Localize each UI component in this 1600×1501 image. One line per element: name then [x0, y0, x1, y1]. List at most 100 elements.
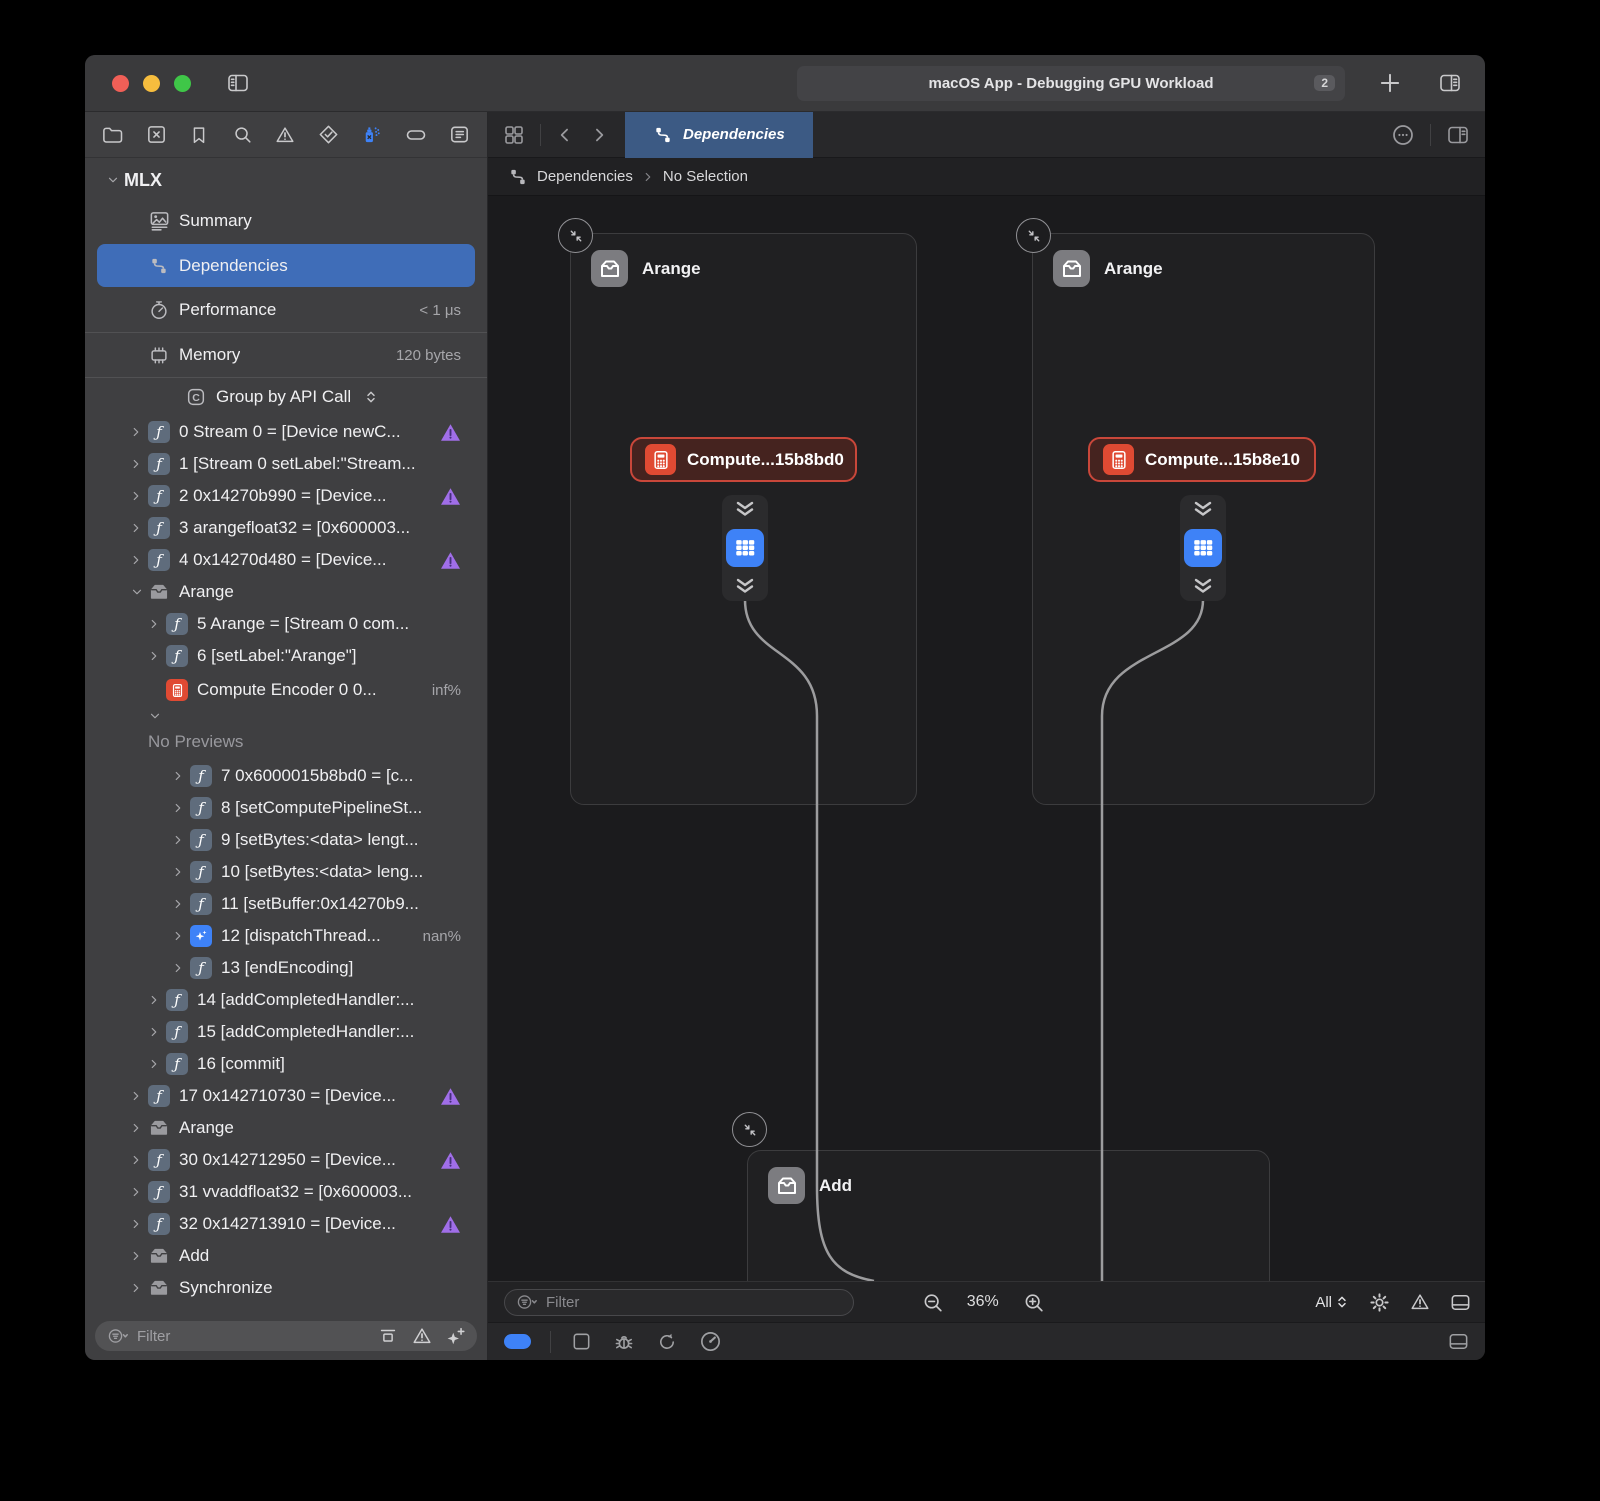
- refresh-icon[interactable]: [655, 1330, 679, 1354]
- bottom-panel-icon[interactable]: [1448, 1291, 1473, 1314]
- chevron-right-icon[interactable]: [130, 521, 148, 535]
- chevron-right-icon[interactable]: [130, 1249, 148, 1263]
- tree-row-9-setbytes-data-lengt[interactable]: ƒ9 [setBytes:<data> lengt...: [85, 824, 487, 856]
- collapse-group-button[interactable]: [558, 218, 593, 253]
- filter-menu-icon[interactable]: [514, 1292, 540, 1312]
- buffer-stack-2[interactable]: [1180, 495, 1226, 601]
- tree-row-0-stream-0-device-newc[interactable]: ƒ0 Stream 0 = [Device newC...: [85, 416, 487, 448]
- tree-row-31-vvaddfloat32-0x600003[interactable]: ƒ31 vvaddfloat32 = [0x600003...: [85, 1176, 487, 1208]
- chevron-right-icon[interactable]: [172, 801, 190, 815]
- warning-outline-icon[interactable]: [411, 1325, 433, 1347]
- tree-row-13-endencoding[interactable]: ƒ13 [endEncoding]: [85, 952, 487, 984]
- tree-row-11-setbuffer-0x14270b9[interactable]: ƒ11 [setBuffer:0x14270b9...: [85, 888, 487, 920]
- flatten-icon[interactable]: [377, 1325, 399, 1347]
- updown-chevron-icon[interactable]: [363, 389, 379, 405]
- chevron-right-icon[interactable]: [148, 1057, 166, 1071]
- collapse-group-button[interactable]: [1016, 218, 1051, 253]
- chevron-down-icon[interactable]: [148, 710, 166, 722]
- chevron-right-icon[interactable]: [130, 1185, 148, 1199]
- chevron-down-icon[interactable]: [130, 586, 148, 598]
- tree-row-5-arange-stream-0-com[interactable]: ƒ5 Arange = [Stream 0 com...: [85, 608, 487, 640]
- warning-icon[interactable]: [1409, 1291, 1431, 1313]
- table-grid-icon[interactable]: [726, 529, 764, 567]
- dependency-graph-canvas[interactable]: Arange Arange Add: [488, 196, 1485, 1281]
- compute-encoder-node-1[interactable]: Compute...15b8bd0: [630, 437, 857, 482]
- tree-row-add[interactable]: Add: [85, 1240, 487, 1272]
- chevron-down-icon[interactable]: [106, 174, 124, 186]
- buffer-stack-1[interactable]: [722, 495, 768, 601]
- tree-row-1-stream-0-setlabel-stream[interactable]: ƒ1 [Stream 0 setLabel:"Stream...: [85, 448, 487, 480]
- zoom-window-button[interactable]: [174, 75, 191, 92]
- tree-row-7-0x6000015b8bd0-c[interactable]: ƒ7 0x6000015b8bd0 = [c...: [85, 760, 487, 792]
- tree-row-6-setlabel-arange[interactable]: ƒ6 [setLabel:"Arange"]: [85, 640, 487, 672]
- tree-row-8-setcomputepipelinest[interactable]: ƒ8 [setComputePipelineSt...: [85, 792, 487, 824]
- tree-row-synchronize[interactable]: Synchronize: [85, 1272, 487, 1304]
- tree-row-32-0x142713910-device[interactable]: ƒ32 0x142713910 = [Device...: [85, 1208, 487, 1240]
- tree-row-3-arangefloat32-0x600003[interactable]: ƒ3 arangefloat32 = [0x600003...: [85, 512, 487, 544]
- list-box-icon[interactable]: [448, 123, 471, 146]
- breadcrumb-section[interactable]: Dependencies: [537, 168, 633, 185]
- table-grid-icon[interactable]: [1184, 529, 1222, 567]
- chevron-right-icon[interactable]: [172, 897, 190, 911]
- close-window-button[interactable]: [112, 75, 129, 92]
- bookmark-icon[interactable]: [188, 124, 210, 146]
- tree-row-14-addcompletedhandler[interactable]: ƒ14 [addCompletedHandler:...: [85, 984, 487, 1016]
- sparkle-plus-icon[interactable]: [445, 1325, 467, 1347]
- chevron-right-icon[interactable]: [130, 1217, 148, 1231]
- tree-row-12-dispatchthread[interactable]: 12 [dispatchThread...nan%: [85, 920, 487, 952]
- chevron-right-icon[interactable]: [130, 553, 148, 567]
- chevron-right-icon[interactable]: [172, 833, 190, 847]
- tree-row-dependencies[interactable]: Dependencies: [97, 244, 475, 287]
- add-editor-button[interactable]: [1445, 123, 1471, 147]
- folder-icon[interactable]: [101, 123, 124, 146]
- tree-row-17-0x142710730-device[interactable]: ƒ17 0x142710730 = [Device...: [85, 1080, 487, 1112]
- chevron-right-icon[interactable]: [130, 1121, 148, 1135]
- tree-row-group-by-api-call[interactable]: CGroup by API Call: [85, 378, 487, 416]
- bottom-panel-icon[interactable]: [1446, 1330, 1471, 1353]
- chevron-right-icon[interactable]: [148, 617, 166, 631]
- tree-row-30-0x142712950-device[interactable]: ƒ30 0x142712950 = [Device...: [85, 1144, 487, 1176]
- diamond-check-icon[interactable]: [317, 123, 340, 146]
- more-options-button[interactable]: [1390, 122, 1416, 148]
- tree-row-15-addcompletedhandler[interactable]: ƒ15 [addCompletedHandler:...: [85, 1016, 487, 1048]
- tree-row-performance[interactable]: Performance< 1 μs: [85, 288, 487, 333]
- bug-icon[interactable]: [612, 1330, 636, 1354]
- filter-menu-icon[interactable]: [105, 1326, 131, 1346]
- tree-row-10-setbytes-data-leng[interactable]: ƒ10 [setBytes:<data> leng...: [85, 856, 487, 888]
- tree-row-arange[interactable]: Arange: [85, 576, 487, 608]
- window-title-tab[interactable]: macOS App - Debugging GPU Workload 2: [797, 66, 1345, 101]
- select-rect-icon[interactable]: [570, 1330, 593, 1353]
- new-tab-button[interactable]: [1377, 70, 1403, 96]
- warning-outline-icon[interactable]: [274, 124, 296, 146]
- canvas-filter-input[interactable]: Filter: [504, 1289, 854, 1316]
- tree-row-memory[interactable]: Memory120 bytes: [85, 333, 487, 378]
- tab-overview-icon[interactable]: [502, 123, 526, 147]
- chevron-right-icon[interactable]: [130, 1153, 148, 1167]
- search-icon[interactable]: [231, 123, 254, 146]
- sidebar-filter-input[interactable]: Filter: [95, 1321, 477, 1351]
- zoom-in-button[interactable]: [1021, 1290, 1046, 1315]
- chevron-right-icon[interactable]: [172, 865, 190, 879]
- back-button[interactable]: [555, 124, 575, 146]
- zoom-out-button[interactable]: [920, 1290, 945, 1315]
- tree-row-arange[interactable]: Arange: [85, 1112, 487, 1144]
- chevron-right-icon[interactable]: [172, 961, 190, 975]
- tree-row-compute-encoder-0-0[interactable]: Compute Encoder 0 0...inf%: [85, 672, 487, 708]
- chevron-right-icon[interactable]: [130, 489, 148, 503]
- chevron-right-icon[interactable]: [172, 929, 190, 943]
- chevron-right-icon[interactable]: [130, 457, 148, 471]
- chevron-right-icon[interactable]: [148, 1025, 166, 1039]
- compute-encoder-node-2[interactable]: Compute...15b8e10: [1088, 437, 1316, 482]
- scope-selector[interactable]: All: [1315, 1294, 1350, 1311]
- tree-row-2-0x14270b990-device[interactable]: ƒ2 0x14270b990 = [Device...: [85, 480, 487, 512]
- viewfinder-x-icon[interactable]: [145, 123, 168, 146]
- chevron-right-icon[interactable]: [148, 993, 166, 1007]
- chevron-right-icon[interactable]: [130, 1089, 148, 1103]
- gauge-icon[interactable]: [698, 1329, 723, 1354]
- group-node-add[interactable]: Add: [747, 1150, 1270, 1281]
- sidebar-toggle-icon[interactable]: [225, 71, 251, 95]
- tree-row-summary[interactable]: Summary: [85, 198, 487, 243]
- chevron-right-icon[interactable]: [130, 1281, 148, 1295]
- collapse-group-button[interactable]: [732, 1112, 767, 1147]
- tree-row-mlx[interactable]: MLX: [85, 162, 487, 198]
